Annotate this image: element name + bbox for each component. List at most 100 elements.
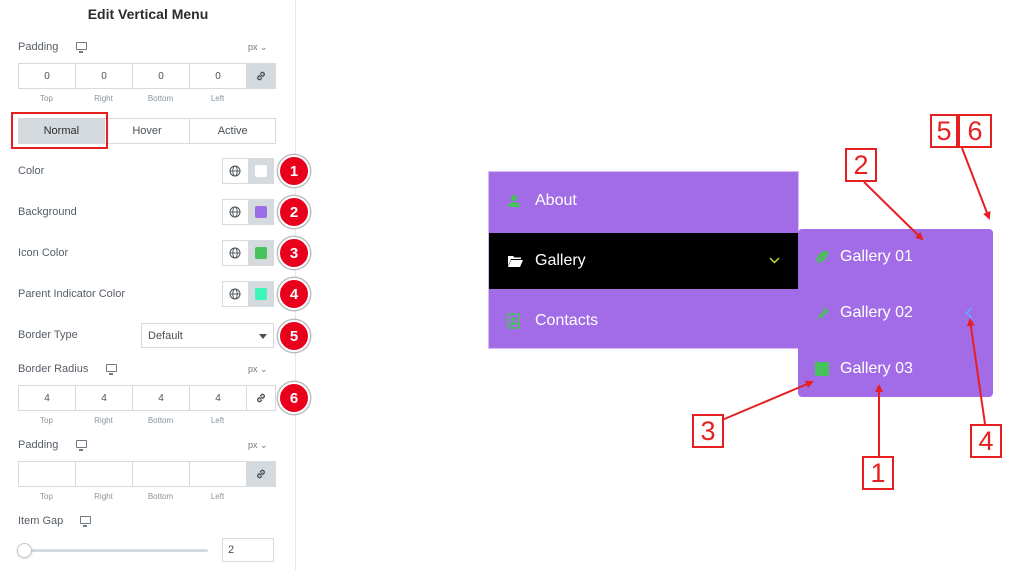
desktop-icon[interactable] <box>106 364 117 375</box>
item-gap-slider-track[interactable] <box>22 549 208 552</box>
item-padding-left-input[interactable] <box>189 461 246 487</box>
chevron-down-icon <box>769 257 780 264</box>
user-icon <box>508 195 520 207</box>
item-padding-top-input[interactable] <box>18 461 75 487</box>
submenu-item-gallery-02[interactable]: Gallery 02 <box>798 285 993 341</box>
side-label-top: Top <box>40 416 53 425</box>
padding-inputs: 0 0 0 0 <box>18 63 276 89</box>
tab-hover[interactable]: Hover <box>105 119 191 143</box>
menu-item-label: Gallery <box>535 252 586 269</box>
border-radius-unit-value: px <box>248 364 258 374</box>
side-label-bottom: Bottom <box>147 416 174 425</box>
side-label-left: Left <box>210 416 225 425</box>
pin-icon <box>816 306 829 321</box>
link-values-button[interactable] <box>246 63 276 89</box>
link-icon <box>257 393 265 403</box>
side-label-top: Top <box>40 94 53 103</box>
side-label-right: Right <box>94 94 113 103</box>
menu-item-about[interactable]: About <box>489 173 798 229</box>
side-label-bottom: Bottom <box>147 492 174 501</box>
item-padding-side-labels: Top Right Bottom Left <box>18 492 276 501</box>
badge-5: 5 <box>278 320 310 352</box>
submenu-item-label: Gallery 02 <box>840 304 913 321</box>
parent-indicator-label: Parent Indicator Color <box>18 288 125 300</box>
side-label-top: Top <box>40 492 53 501</box>
icon-color-swatch <box>254 247 267 259</box>
submenu-item-gallery-03[interactable]: Gallery 03 <box>798 341 993 397</box>
side-label-bottom: Bottom <box>147 94 174 103</box>
badge-6: 6 <box>278 382 310 414</box>
submenu-item-label: Gallery 03 <box>840 360 913 377</box>
padding-top-input[interactable]: 0 <box>18 63 75 89</box>
icon-color-control[interactable] <box>222 240 274 266</box>
item-padding-label: Padding <box>18 439 59 451</box>
leaf-icon <box>815 251 828 264</box>
badge-3: 3 <box>278 237 310 269</box>
background-swatch <box>254 206 267 218</box>
padding-unit-value: px <box>248 42 258 52</box>
globe-icon[interactable] <box>223 241 249 265</box>
radius-bottom-input[interactable]: 4 <box>132 385 189 411</box>
link-icon <box>257 469 265 479</box>
parent-indicator-swatch-button[interactable] <box>248 282 273 306</box>
item-gap-slider-thumb[interactable] <box>17 543 32 558</box>
border-radius-side-labels: Top Right Bottom Left <box>18 416 276 425</box>
padding-unit-select[interactable]: px ⌄ <box>248 42 268 53</box>
border-radius-inputs: 4 4 4 4 <box>18 385 276 411</box>
globe-icon[interactable] <box>223 282 249 306</box>
color-label: Color <box>18 165 45 177</box>
radius-right-input[interactable]: 4 <box>75 385 132 411</box>
desktop-icon[interactable] <box>76 440 87 451</box>
padding-right-input[interactable]: 0 <box>75 63 132 89</box>
contact-book-icon <box>507 313 520 329</box>
desktop-icon[interactable] <box>80 516 91 527</box>
badge-1: 1 <box>278 155 310 187</box>
padding-side-labels: Top Right Bottom Left <box>18 94 276 103</box>
square-icon <box>815 362 829 376</box>
radius-left-input[interactable]: 4 <box>189 385 246 411</box>
item-padding-bottom-input[interactable] <box>132 461 189 487</box>
tab-active[interactable]: Active <box>190 119 275 143</box>
panel-title: Edit Vertical Menu <box>87 6 209 22</box>
chevron-left-icon <box>965 307 972 319</box>
padding-label: Padding <box>18 41 59 53</box>
item-gap-input[interactable]: 2 <box>222 538 274 562</box>
folder-open-icon <box>508 256 523 267</box>
callout-3: 3 <box>692 414 724 448</box>
color-control[interactable] <box>222 158 274 184</box>
icon-color-swatch-button[interactable] <box>248 241 273 265</box>
background-control[interactable] <box>222 199 274 225</box>
background-swatch-button[interactable] <box>248 200 273 224</box>
callout-1: 1 <box>862 456 894 490</box>
parent-indicator-control[interactable] <box>222 281 274 307</box>
item-padding-unit-value: px <box>248 440 258 450</box>
radius-top-input[interactable]: 4 <box>18 385 75 411</box>
link-values-button[interactable] <box>246 385 276 411</box>
callout-4: 4 <box>970 424 1002 458</box>
padding-left-input[interactable]: 0 <box>189 63 246 89</box>
border-type-select[interactable]: Default <box>141 323 274 348</box>
submenu-item-gallery-01[interactable]: Gallery 01 <box>798 229 993 285</box>
color-swatch-button[interactable] <box>248 159 273 183</box>
callout-5: 5 <box>930 114 958 148</box>
side-label-right: Right <box>94 416 113 425</box>
parent-indicator-swatch <box>254 288 267 300</box>
border-radius-unit-select[interactable]: px ⌄ <box>248 364 268 375</box>
item-padding-unit-select[interactable]: px ⌄ <box>248 440 268 451</box>
desktop-icon[interactable] <box>76 42 87 53</box>
icon-color-label: Icon Color <box>18 247 69 259</box>
callout-6: 6 <box>958 114 992 148</box>
menu-item-gallery[interactable]: Gallery <box>489 233 798 289</box>
caret-down-icon <box>259 334 267 339</box>
submenu-item-label: Gallery 01 <box>840 248 913 265</box>
globe-icon[interactable] <box>223 159 249 183</box>
link-values-button[interactable] <box>246 461 276 487</box>
item-padding-inputs <box>18 461 276 487</box>
arrow-6 <box>961 147 991 220</box>
padding-bottom-input[interactable]: 0 <box>132 63 189 89</box>
border-type-value: Default <box>148 329 183 342</box>
globe-icon[interactable] <box>223 200 249 224</box>
editor-panel: Edit Vertical Menu Padding px ⌄ 0 0 0 0 … <box>0 0 310 570</box>
menu-item-contacts[interactable]: Contacts <box>489 293 798 349</box>
item-padding-right-input[interactable] <box>75 461 132 487</box>
